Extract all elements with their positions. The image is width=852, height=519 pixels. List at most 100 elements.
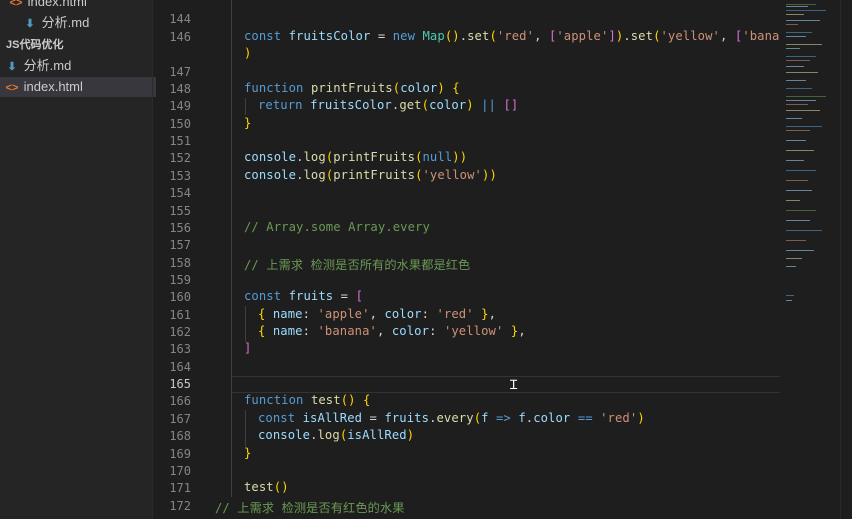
code-line: // Array.some Array.every bbox=[244, 220, 430, 234]
minimap-line bbox=[786, 200, 800, 201]
line-number: 144 bbox=[169, 12, 191, 26]
line-number: 161 bbox=[169, 308, 191, 322]
code-line: function test() { bbox=[244, 393, 371, 407]
code-editor[interactable]: 144 146 147 148 149 150 151 152 153 154 … bbox=[153, 0, 780, 519]
line-number: 149 bbox=[169, 99, 191, 113]
minimap-line bbox=[786, 126, 822, 127]
code-line: return fruitsColor.get(color) || [] bbox=[258, 98, 519, 112]
explorer-item-index-html[interactable]: <> index.html bbox=[0, 77, 156, 97]
line-number: 168 bbox=[169, 429, 191, 443]
code-line: { name: 'apple', color: 'red' }, bbox=[258, 307, 496, 321]
minimap-line bbox=[786, 130, 810, 131]
explorer-item-label: 分析.md bbox=[41, 15, 90, 30]
line-number: 158 bbox=[169, 256, 191, 270]
code-line: } bbox=[244, 116, 252, 130]
line-number: 146 bbox=[169, 30, 191, 44]
code-line: console.log(printFruits('yellow')) bbox=[244, 168, 497, 182]
minimap-line bbox=[786, 300, 792, 301]
html-file-icon: <> bbox=[5, 82, 19, 94]
line-number: 150 bbox=[169, 117, 191, 131]
minimap-line bbox=[786, 210, 816, 211]
minimap-line bbox=[786, 190, 812, 191]
minimap-line bbox=[786, 66, 804, 67]
minimap-line bbox=[786, 72, 818, 73]
code-line: // 上需求 检测是否有红色的水果 bbox=[215, 501, 405, 515]
minimap-line bbox=[786, 60, 810, 61]
minimap[interactable] bbox=[780, 0, 840, 519]
line-number: 164 bbox=[169, 360, 191, 374]
vertical-scrollbar[interactable] bbox=[840, 0, 852, 519]
minimap-line bbox=[786, 32, 812, 33]
explorer-item-label: index.html bbox=[23, 79, 83, 94]
code-line: const isAllRed = fruits.every(f => f.col… bbox=[258, 411, 645, 425]
code-line: const fruitsColor = new Map().set('red',… bbox=[244, 29, 780, 43]
line-number: 172 bbox=[169, 499, 191, 513]
minimap-line bbox=[786, 258, 802, 259]
line-number: 154 bbox=[169, 186, 191, 200]
line-number: 162 bbox=[169, 325, 191, 339]
minimap-line bbox=[786, 250, 814, 251]
minimap-line bbox=[786, 100, 816, 101]
minimap-line bbox=[786, 240, 806, 241]
minimap-line bbox=[786, 230, 822, 231]
minimap-line bbox=[786, 160, 804, 161]
explorer-item-index-html-top[interactable]: <> index.html bbox=[0, 0, 160, 12]
minimap-line bbox=[786, 24, 798, 25]
explorer-item-label: index.html bbox=[27, 0, 87, 9]
minimap-line bbox=[786, 10, 826, 11]
minimap-line bbox=[786, 110, 820, 111]
explorer-folder-label: JS代码优化 bbox=[6, 39, 64, 51]
line-number: 156 bbox=[169, 221, 191, 235]
line-number: 147 bbox=[169, 65, 191, 79]
explorer-item-analysis-md-top[interactable]: ⬇ 分析.md bbox=[0, 13, 174, 33]
code-line: ) bbox=[244, 46, 252, 60]
code-line: test() bbox=[244, 480, 289, 494]
explorer-item-analysis-md[interactable]: ⬇ 分析.md bbox=[0, 56, 156, 76]
html-file-icon: <> bbox=[9, 0, 23, 9]
markdown-file-icon: ⬇ bbox=[7, 61, 17, 73]
minimap-line bbox=[786, 96, 826, 97]
line-number: 167 bbox=[169, 412, 191, 426]
minimap-line bbox=[786, 4, 816, 5]
line-number: 155 bbox=[169, 204, 191, 218]
indent-guide bbox=[245, 306, 246, 342]
line-number-current: 165 bbox=[169, 377, 191, 391]
minimap-line bbox=[786, 266, 796, 267]
line-number: 171 bbox=[169, 481, 191, 495]
code-line: console.log(printFruits(null)) bbox=[244, 150, 468, 164]
line-number: 163 bbox=[169, 342, 191, 356]
line-number: 151 bbox=[169, 134, 191, 148]
code-line: function printFruits(color) { bbox=[244, 81, 460, 95]
line-number: 152 bbox=[169, 151, 191, 165]
indent-guide bbox=[245, 410, 246, 446]
minimap-line bbox=[786, 48, 800, 49]
line-number: 157 bbox=[169, 238, 191, 252]
minimap-line bbox=[786, 20, 820, 21]
minimap-line bbox=[786, 170, 816, 171]
minimap-line bbox=[786, 14, 804, 15]
indent-guide bbox=[231, 0, 232, 497]
minimap-line bbox=[786, 295, 794, 296]
minimap-line bbox=[786, 104, 808, 105]
code-line: } bbox=[244, 446, 252, 460]
line-number: 170 bbox=[169, 464, 191, 478]
minimap-line bbox=[786, 6, 808, 7]
line-number: 160 bbox=[169, 290, 191, 304]
explorer-folder-js-optimization[interactable]: JS代码优化 bbox=[0, 35, 158, 55]
minimap-line bbox=[786, 80, 806, 81]
minimap-line bbox=[786, 150, 814, 151]
markdown-file-icon: ⬇ bbox=[25, 18, 35, 30]
current-line-highlight bbox=[231, 376, 780, 393]
code-line: { name: 'banana', color: 'yellow' }, bbox=[258, 324, 526, 338]
explorer-sidebar: <> index.html ⬇ 分析.md JS代码优化 ⬇ 分析.md <> … bbox=[0, 0, 156, 519]
minimap-line bbox=[786, 88, 812, 89]
minimap-line bbox=[786, 118, 802, 119]
line-number: 148 bbox=[169, 82, 191, 96]
mouse-text-cursor-icon: Ɪ bbox=[510, 377, 518, 392]
line-number: 166 bbox=[169, 394, 191, 408]
code-line: // 上需求 检测是否所有的水果都是红色 bbox=[244, 258, 471, 272]
minimap-line bbox=[786, 36, 806, 37]
code-line: ] bbox=[244, 341, 252, 355]
minimap-line bbox=[786, 140, 806, 141]
line-number: 169 bbox=[169, 447, 191, 461]
